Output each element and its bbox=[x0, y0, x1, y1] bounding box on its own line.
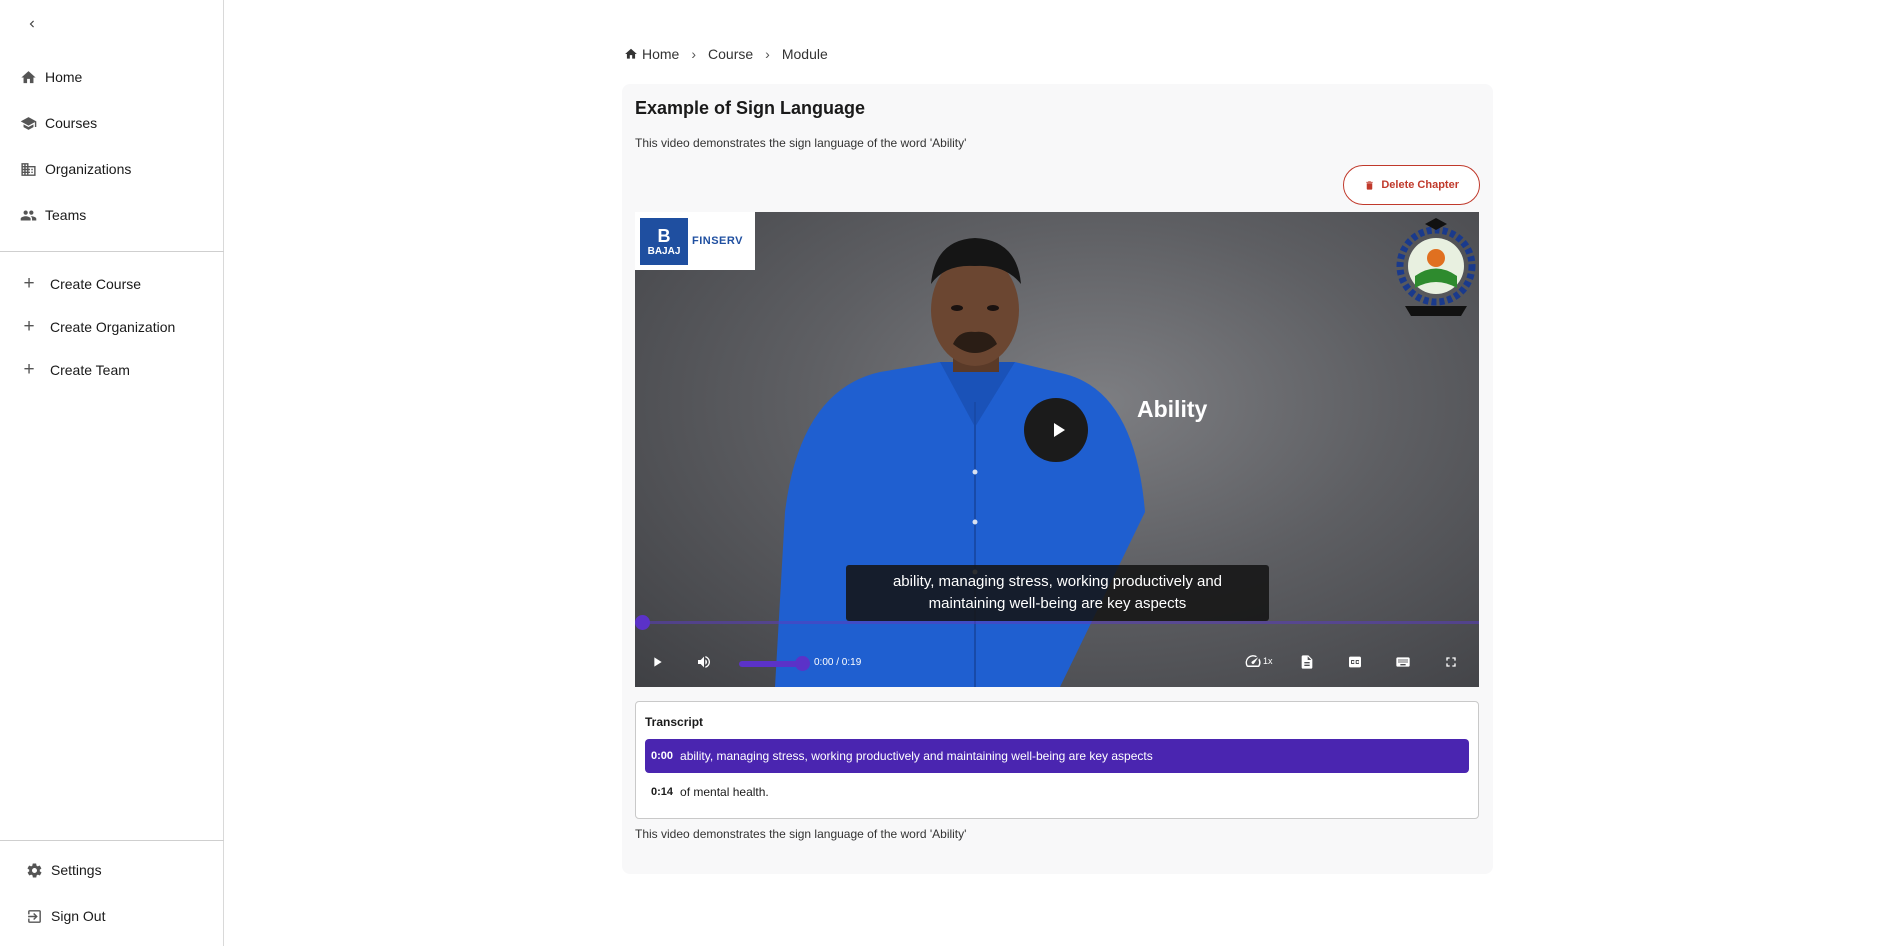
sidebar-divider bbox=[0, 840, 224, 841]
fullscreen-button[interactable] bbox=[1440, 651, 1462, 673]
sidebar-item-home[interactable]: Home bbox=[20, 66, 82, 88]
people-icon bbox=[20, 210, 37, 220]
sidebar-item-label: Sign Out bbox=[51, 908, 106, 924]
chevron-right-icon: › bbox=[765, 46, 770, 62]
video-player[interactable]: B BAJAJ FINSERV Ability ability, managin… bbox=[635, 212, 1479, 687]
transcript-title: Transcript bbox=[645, 715, 704, 729]
trash-icon bbox=[1366, 180, 1374, 190]
document-icon bbox=[1301, 655, 1313, 669]
chapter-card: Example of Sign Language This video demo… bbox=[622, 84, 1493, 874]
keyboard-icon bbox=[1396, 657, 1410, 667]
sidebar-item-settings[interactable]: Settings bbox=[26, 859, 102, 881]
breadcrumb-module[interactable]: Module bbox=[782, 46, 828, 62]
breadcrumb-course[interactable]: Course bbox=[708, 46, 753, 62]
sidebar-item-organizations[interactable]: Organizations bbox=[20, 158, 131, 180]
volume-icon bbox=[698, 656, 710, 668]
play-icon bbox=[1054, 423, 1065, 437]
home-icon bbox=[21, 70, 36, 83]
chapter-title: Example of Sign Language bbox=[635, 98, 866, 118]
sidebar-item-label: Organizations bbox=[45, 161, 132, 177]
closed-captions-icon bbox=[1349, 656, 1361, 668]
create-team-label: Create Team bbox=[50, 362, 130, 378]
play-icon bbox=[654, 657, 662, 667]
progress-bar[interactable] bbox=[635, 621, 1479, 624]
logo-text-finserv: FINSERV bbox=[692, 235, 743, 247]
chapter-footer-description: This video demonstrates the sign languag… bbox=[635, 827, 967, 841]
create-organization-button[interactable]: + Create Organization bbox=[20, 316, 175, 338]
plus-icon: + bbox=[23, 359, 35, 380]
sign-out-button[interactable]: Sign Out bbox=[26, 905, 105, 927]
school-icon bbox=[20, 116, 37, 130]
bajaj-finserv-logo: B BAJAJ FINSERV bbox=[635, 212, 755, 270]
logo-text-bajaj: BAJAJ bbox=[647, 245, 681, 257]
sign-out-icon bbox=[28, 909, 41, 923]
volume-handle[interactable] bbox=[795, 656, 810, 671]
play-button[interactable] bbox=[646, 651, 668, 673]
video-caption: ability, managing stress, working produc… bbox=[846, 565, 1269, 621]
chevron-right-icon: › bbox=[691, 46, 697, 62]
keyboard-shortcuts-button[interactable] bbox=[1392, 651, 1414, 673]
video-controls: 0:00 / 0:19 1x bbox=[635, 640, 1479, 687]
mute-button[interactable] bbox=[693, 651, 715, 673]
sidebar-item-teams[interactable]: Teams bbox=[20, 204, 86, 226]
create-team-button[interactable]: + Create Team bbox=[20, 359, 130, 381]
transcript-toggle-button[interactable] bbox=[1296, 651, 1318, 673]
speedometer-icon bbox=[1245, 655, 1261, 668]
progress-handle[interactable] bbox=[635, 615, 650, 630]
sidebar-item-label: Settings bbox=[51, 862, 102, 878]
create-course-button[interactable]: + Create Course bbox=[20, 273, 141, 295]
sign-word-label: Ability bbox=[1137, 396, 1208, 422]
main-content: Home › Course › Module Example of Sign L… bbox=[225, 0, 1890, 946]
breadcrumb-home[interactable]: Home bbox=[624, 46, 679, 62]
sidebar-item-label: Teams bbox=[45, 207, 87, 223]
transcript-row[interactable]: 0:14 of mental health. bbox=[645, 775, 1469, 809]
delete-chapter-button[interactable]: Delete Chapter bbox=[1343, 165, 1480, 205]
chevron-left-icon bbox=[29, 20, 34, 28]
gear-icon bbox=[27, 862, 42, 878]
institute-seal-logo bbox=[1396, 218, 1476, 316]
plus-icon: + bbox=[23, 316, 35, 337]
home-icon bbox=[625, 48, 637, 59]
big-play-button[interactable] bbox=[1024, 398, 1088, 462]
create-course-label: Create Course bbox=[50, 276, 142, 292]
playback-speed-button[interactable]: 1x bbox=[1244, 652, 1273, 670]
delete-chapter-label: Delete Chapter bbox=[1381, 179, 1459, 191]
time-display: 0:00 / 0:19 bbox=[814, 657, 862, 668]
transcript-panel: Transcript 0:00 ability, managing stress… bbox=[635, 701, 1479, 819]
sidebar-item-label: Courses bbox=[45, 115, 98, 131]
transcript-text: of mental health. bbox=[680, 785, 769, 799]
transcript-timestamp: 0:14 bbox=[651, 786, 674, 798]
sidebar-item-courses[interactable]: Courses bbox=[20, 112, 97, 134]
breadcrumb: Home › Course › Module bbox=[624, 46, 828, 62]
sidebar: Home Courses Organizations Teams + Creat… bbox=[0, 0, 224, 946]
create-organization-label: Create Organization bbox=[50, 319, 176, 335]
fullscreen-icon bbox=[1446, 657, 1456, 667]
sidebar-divider bbox=[0, 251, 224, 252]
chapter-description: This video demonstrates the sign languag… bbox=[635, 136, 967, 150]
breadcrumb-home-label: Home bbox=[642, 46, 680, 62]
transcript-timestamp: 0:00 bbox=[651, 750, 674, 762]
sidebar-item-label: Home bbox=[45, 69, 83, 85]
transcript-text: ability, managing stress, working produc… bbox=[680, 749, 1153, 763]
building-icon bbox=[21, 162, 36, 176]
captions-button[interactable] bbox=[1344, 651, 1366, 673]
transcript-row[interactable]: 0:00 ability, managing stress, working p… bbox=[645, 739, 1469, 773]
plus-icon: + bbox=[23, 273, 35, 294]
playback-speed-label: 1x bbox=[1263, 656, 1273, 666]
collapse-sidebar-button[interactable] bbox=[22, 14, 42, 34]
